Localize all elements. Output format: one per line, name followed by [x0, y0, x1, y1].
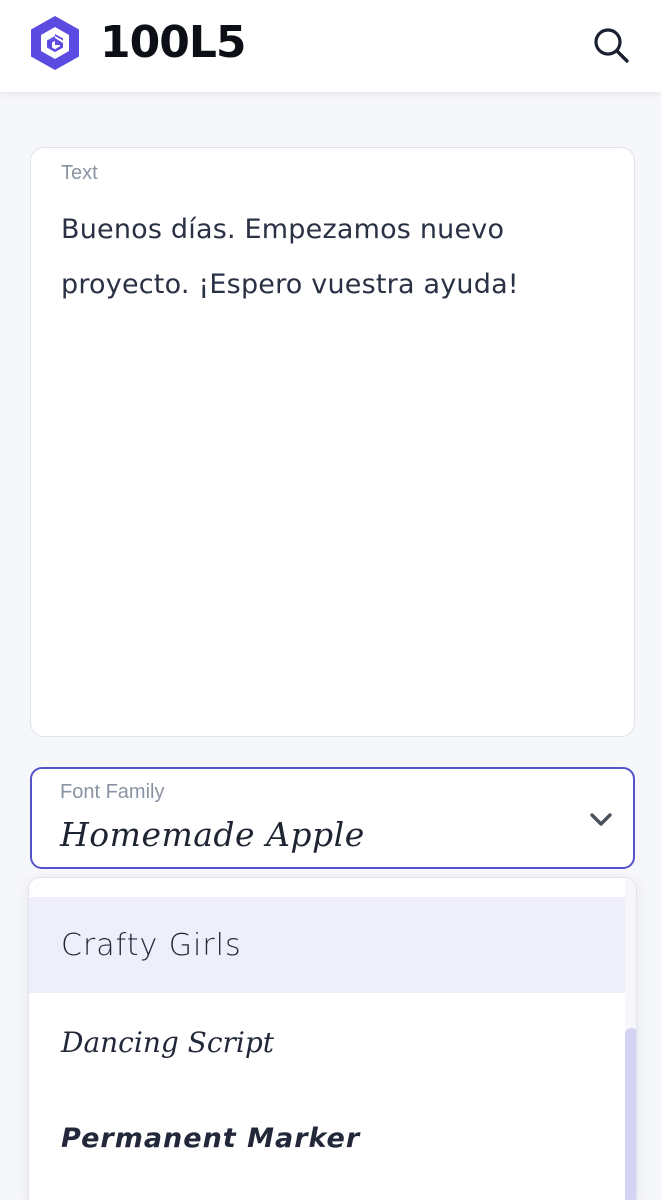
font-option-label: Crafty Girls	[61, 927, 242, 963]
font-family-selected-value: Homemade Apple	[60, 815, 365, 854]
font-option-dancing-script[interactable]: Dancing Script	[29, 994, 625, 1090]
font-option-label: Dancing Script	[61, 1025, 275, 1059]
font-family-label: Font Family	[60, 781, 165, 803]
font-family-dropdown-list: Crafty Girls Dancing Script Permanent Ma…	[28, 877, 637, 1200]
dropdown-scrollbar[interactable]	[625, 878, 636, 1200]
brand-name[interactable]: 100L5	[100, 16, 246, 70]
font-option-permanent-marker[interactable]: Permanent Marker	[29, 1090, 625, 1186]
top-app-bar: 100L5	[0, 0, 661, 92]
text-field-label: Text	[61, 162, 98, 184]
chevron-down-icon[interactable]	[588, 807, 614, 833]
font-option-label: Permanent Marker	[61, 1122, 361, 1154]
scrollbar-thumb[interactable]	[625, 1028, 636, 1200]
logo-icon[interactable]	[28, 14, 82, 72]
text-field-value[interactable]: Buenos días. Empezamos nuevo proyecto. ¡…	[61, 202, 606, 312]
font-family-select[interactable]: Font Family Homemade Apple	[30, 767, 635, 869]
search-icon	[594, 28, 629, 63]
text-input-field[interactable]: Text Buenos días. Empezamos nuevo proyec…	[30, 147, 635, 737]
font-option-crafty-girls[interactable]: Crafty Girls	[29, 897, 625, 993]
search-button[interactable]	[588, 22, 634, 68]
